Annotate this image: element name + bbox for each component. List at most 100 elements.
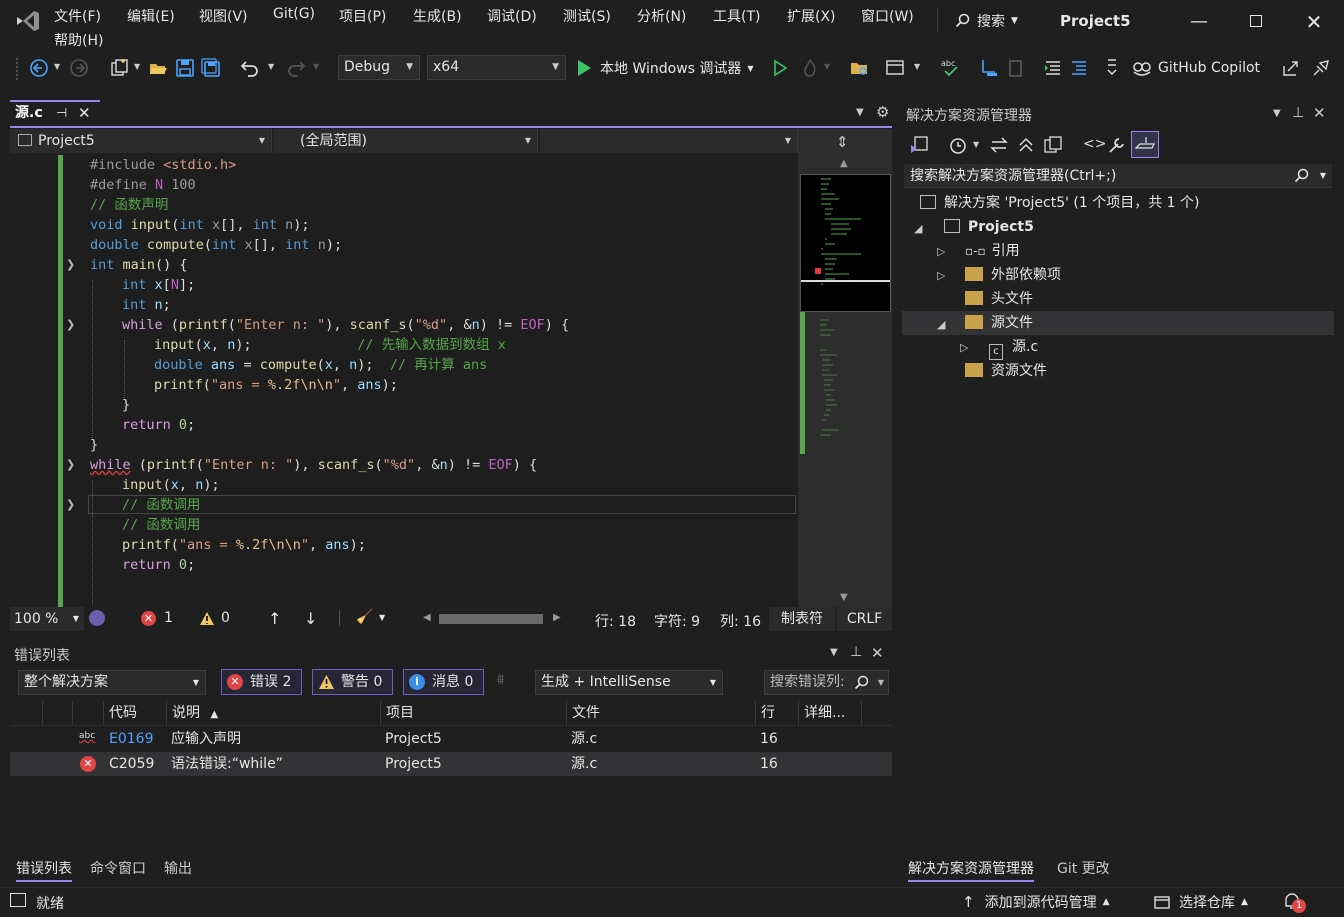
column-header-blank[interactable] — [861, 701, 892, 725]
column-header-project[interactable]: 项目 — [380, 701, 566, 725]
warnings-filter-button[interactable]: 警告 0 — [312, 669, 393, 695]
expanded-arrow-icon[interactable]: ◢ — [914, 222, 922, 235]
column-header-description[interactable]: 说明 ▲ — [166, 701, 380, 725]
menu-tools[interactable]: 工具(T) — [713, 6, 760, 26]
properties-button[interactable] — [1106, 134, 1128, 156]
menu-test[interactable]: 测试(S) — [563, 6, 611, 26]
notifications-button[interactable]: 1 — [1282, 891, 1306, 915]
tab-command-window[interactable]: 命令窗口 — [90, 858, 146, 878]
menu-file[interactable]: 文件(F) — [54, 6, 101, 26]
project-nav-select[interactable]: Project5 ▼ — [10, 129, 272, 153]
close-panel-icon[interactable]: ✕ — [1313, 104, 1326, 122]
split-window-icon[interactable]: ⇕ — [836, 133, 849, 151]
error-count-indicator[interactable]: ✕ 1 — [141, 610, 173, 626]
indent-mode-button[interactable]: 制表符 — [769, 607, 835, 631]
tree-item-sources[interactable]: 源文件 — [965, 311, 1033, 335]
collapsed-arrow-icon[interactable]: ▷ — [937, 269, 945, 282]
error-row[interactable]: ✕ C2059 语法错误:“while” Project5 源.c 16 — [10, 752, 892, 776]
pending-changes-button[interactable] — [947, 134, 969, 156]
redo-button[interactable] — [285, 57, 307, 79]
scroll-up-icon[interactable]: ▲ — [840, 158, 848, 169]
save-button[interactable] — [174, 57, 196, 79]
panel-menu-chevron-icon[interactable]: ▼ — [1273, 108, 1281, 119]
zoom-select[interactable]: 100 % ▼ — [10, 607, 84, 631]
menu-window[interactable]: 窗口(W) — [861, 6, 914, 26]
platform-select[interactable]: x64 ▼ — [427, 55, 566, 80]
tree-item-solution[interactable]: 解决方案 'Project5' (1 个项目，共 1 个) — [920, 191, 1200, 215]
tab-solution-explorer[interactable]: 解决方案资源管理器 — [908, 858, 1034, 882]
menu-edit[interactable]: 编辑(E) — [127, 6, 175, 26]
undo-button[interactable] — [239, 57, 261, 79]
menu-project[interactable]: 项目(P) — [339, 6, 386, 26]
toolbar-overflow-button[interactable] — [1101, 57, 1123, 79]
tree-item-resources[interactable]: 资源文件 — [965, 359, 1047, 383]
messages-filter-button[interactable]: i 消息 0 — [403, 669, 484, 695]
horizontal-scroll-thumb[interactable] — [439, 614, 543, 624]
fold-collapse-icon[interactable]: ❯ — [66, 258, 80, 271]
fold-collapse-icon[interactable]: ❯ — [66, 498, 80, 511]
menu-extensions[interactable]: 扩展(X) — [787, 6, 836, 26]
start-without-debugging-button[interactable] — [769, 57, 791, 79]
layout-button[interactable] — [884, 57, 906, 79]
menu-git[interactable]: Git(G) — [273, 6, 315, 22]
code-minimap[interactable] — [800, 174, 891, 312]
toolbar-grip[interactable] — [16, 58, 19, 80]
chevron-down-icon[interactable]: ▼ — [134, 62, 140, 71]
search-button[interactable]: 搜索 ▼ — [955, 11, 1018, 31]
collapse-all-button[interactable] — [1015, 134, 1037, 156]
add-to-source-control-button[interactable]: ↑ 添加到源代码管理 ▲ — [962, 892, 1110, 912]
tree-item-headers[interactable]: 头文件 — [965, 287, 1033, 311]
back-button[interactable] — [28, 57, 50, 79]
column-header-blank[interactable] — [42, 701, 72, 725]
tree-item-external-deps[interactable]: 外部依赖项 — [965, 263, 1061, 287]
chevron-down-icon[interactable]: ▼ — [268, 62, 274, 71]
column-header-detail[interactable]: 详细... — [798, 701, 861, 725]
scope-nav-select[interactable]: (全局范围) ▼ — [274, 129, 538, 153]
tree-item-source-file[interactable]: c 源.c — [989, 335, 1038, 360]
column-header-file[interactable]: 文件 — [566, 701, 755, 725]
minimize-button[interactable]: — — [1184, 8, 1214, 36]
solution-search-input[interactable]: 搜索解决方案资源管理器(Ctrl+;) ▼ — [904, 164, 1332, 188]
uncomment-button[interactable] — [1068, 57, 1090, 79]
preview-selected-button[interactable] — [1131, 131, 1159, 158]
new-project-button[interactable] — [108, 57, 130, 79]
tab-git-changes[interactable]: Git 更改 — [1057, 858, 1110, 878]
panel-menu-chevron-icon[interactable]: ▼ — [830, 647, 838, 658]
warning-count-indicator[interactable]: 0 — [199, 610, 230, 626]
menu-view[interactable]: 视图(V) — [199, 6, 248, 26]
feedback-button[interactable] — [1310, 57, 1332, 79]
fold-collapse-icon[interactable]: ❯ — [66, 458, 80, 471]
scroll-down-icon[interactable]: ▼ — [840, 592, 848, 603]
menu-analyze[interactable]: 分析(N) — [637, 6, 686, 26]
next-issue-arrow-icon[interactable]: ↓ — [304, 609, 317, 628]
github-copilot-button[interactable]: GitHub Copilot — [1131, 58, 1260, 78]
chevron-down-icon[interactable]: ▼ — [379, 613, 385, 622]
output-status-icon[interactable] — [10, 893, 26, 907]
close-window-button[interactable]: ✕ — [1299, 8, 1329, 36]
solution-config-select[interactable]: Debug ▼ — [338, 55, 420, 80]
folder-view-button[interactable] — [848, 57, 870, 79]
errors-filter-button[interactable]: ✕ 错误 2 — [221, 669, 302, 695]
collapsed-arrow-icon[interactable]: ▷ — [937, 245, 945, 258]
bookmark-button[interactable] — [1005, 57, 1027, 79]
pin-tab-icon[interactable]: ⊣ — [56, 106, 67, 121]
menu-help[interactable]: 帮助(H) — [54, 30, 103, 50]
gear-icon[interactable]: ⚙ — [876, 103, 889, 121]
chevron-down-icon[interactable]: ▼ — [914, 62, 920, 71]
close-tab-icon[interactable]: ✕ — [78, 104, 91, 122]
show-all-files-button[interactable] — [1042, 134, 1064, 156]
line-ending-button[interactable]: CRLF — [837, 607, 892, 631]
start-debugging-button[interactable]: 本地 Windows 调试器 ▼ — [576, 58, 754, 78]
expanded-arrow-icon[interactable]: ◢ — [937, 318, 945, 331]
save-all-button[interactable] — [200, 57, 222, 79]
code-cleanup-broom-icon[interactable]: 🧹 — [356, 609, 373, 625]
column-header-code[interactable]: 代码 — [103, 701, 166, 725]
maximize-button[interactable] — [1241, 8, 1271, 36]
switch-views-button[interactable] — [908, 134, 930, 156]
tree-item-references[interactable]: ▫-▫ 引用 — [965, 239, 1020, 263]
chevron-down-icon[interactable]: ▼ — [54, 62, 60, 71]
tab-error-list[interactable]: 错误列表 — [16, 858, 72, 882]
pin-icon[interactable]: ⊥ — [850, 644, 862, 660]
share-button[interactable] — [1279, 57, 1301, 79]
member-nav-select[interactable]: ▼ — [540, 129, 798, 153]
